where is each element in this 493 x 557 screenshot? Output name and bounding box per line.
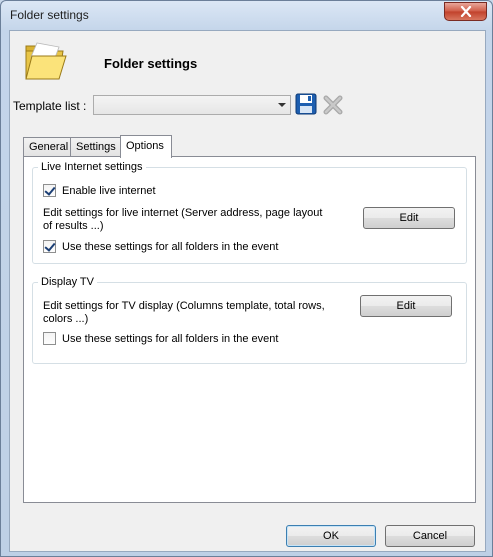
- ok-button[interactable]: OK: [286, 525, 376, 547]
- display-tv-description: Edit settings for TV display (Columns te…: [43, 300, 325, 325]
- live-internet-legend: Live Internet settings: [38, 161, 146, 173]
- live-internet-group: Live Internet settings Enable live inter…: [32, 161, 467, 264]
- display-tv-apply-all-label: Use these settings for all folders in th…: [62, 332, 279, 345]
- folder-icon: [25, 42, 67, 80]
- tab-general[interactable]: General: [23, 137, 71, 156]
- delete-icon[interactable]: [322, 94, 344, 116]
- tab-settings[interactable]: Settings: [70, 137, 121, 156]
- enable-live-internet-checkbox[interactable]: Enable live internet: [43, 184, 156, 197]
- tab-settings-label: Settings: [76, 141, 116, 153]
- save-icon[interactable]: [295, 93, 317, 115]
- display-tv-legend: Display TV: [38, 276, 97, 288]
- display-tv-group: Display TV Edit settings for TV display …: [32, 276, 467, 364]
- header-title: Folder settings: [104, 56, 198, 71]
- enable-live-internet-label: Enable live internet: [62, 184, 156, 197]
- enable-live-internet-box[interactable]: [43, 184, 56, 197]
- display-tv-apply-all-checkbox[interactable]: Use these settings for all folders in th…: [43, 332, 278, 345]
- display-tv-apply-all-box[interactable]: [43, 332, 56, 345]
- tab-options-label: Options: [126, 140, 164, 152]
- close-button[interactable]: [444, 2, 487, 21]
- title-bar[interactable]: Folder settings: [1, 1, 492, 29]
- live-internet-description: Edit settings for live internet (Server …: [43, 207, 323, 232]
- template-list-dropdown[interactable]: [93, 95, 291, 115]
- folder-settings-window: Folder settings Folder settings Template…: [0, 0, 493, 557]
- window-title: Folder settings: [10, 8, 89, 22]
- live-internet-edit-button[interactable]: Edit: [363, 207, 455, 229]
- tab-general-label: General: [29, 141, 69, 153]
- live-internet-apply-all-box[interactable]: [43, 240, 56, 253]
- dialog-body: Folder settings Template list : General …: [9, 30, 486, 552]
- cancel-button[interactable]: Cancel: [385, 525, 475, 547]
- chevron-down-icon: [278, 103, 286, 107]
- tab-options[interactable]: Options: [120, 135, 172, 158]
- options-panel: Live Internet settings Enable live inter…: [23, 156, 476, 503]
- live-internet-apply-all-checkbox[interactable]: Use these settings for all folders in th…: [43, 240, 278, 253]
- display-tv-edit-button[interactable]: Edit: [360, 295, 452, 317]
- template-list-label: Template list :: [13, 99, 87, 113]
- close-icon: [460, 6, 471, 17]
- live-internet-apply-all-label: Use these settings for all folders in th…: [62, 240, 279, 253]
